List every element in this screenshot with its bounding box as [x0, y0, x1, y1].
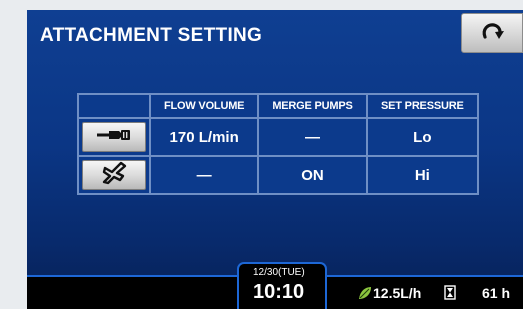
back-button[interactable]: [461, 13, 523, 53]
table-header-row: FLOW VOLUME MERGE PUMPS SET PRESSURE: [77, 93, 480, 119]
header-set-pressure: SET PRESSURE: [365, 93, 480, 119]
flow-volume-cell[interactable]: —: [148, 155, 260, 195]
hammer-attachment-button[interactable]: [82, 122, 146, 152]
header-corner: [77, 93, 151, 119]
crusher-attachment-button[interactable]: [82, 160, 146, 190]
table-row: — ON Hi: [77, 155, 480, 195]
header-merge-pumps: MERGE PUMPS: [257, 93, 368, 119]
return-arrow-icon: [479, 20, 505, 47]
set-pressure-cell[interactable]: Hi: [365, 155, 480, 195]
eco-leaf-icon: [358, 286, 372, 305]
set-pressure-cell[interactable]: Lo: [365, 117, 480, 157]
fuel-consumption: 12.5L/h: [373, 285, 422, 301]
flow-volume-cell[interactable]: 170 L/min: [148, 117, 260, 157]
row-icon-cell: [77, 117, 151, 157]
attachment-table: FLOW VOLUME MERGE PUMPS SET PRESSURE 170…: [77, 93, 480, 195]
page-title: ATTACHMENT SETTING: [40, 25, 263, 46]
hour-meter: 61 h: [482, 285, 511, 301]
merge-pumps-cell[interactable]: —: [257, 117, 368, 157]
row-icon-cell: [77, 155, 151, 195]
status-time: 10:10: [253, 281, 305, 303]
status-date: 12/30(TUE): [253, 267, 305, 278]
hourglass-icon: [444, 285, 456, 305]
table-row: 170 L/min — Lo: [77, 117, 480, 157]
hammer-attachment-icon: [97, 127, 131, 147]
attachment-setting-screen: ATTACHMENT SETTING FLOW VOLUME MERGE PUM…: [27, 10, 523, 309]
merge-pumps-cell[interactable]: ON: [257, 155, 368, 195]
header-flow-volume: FLOW VOLUME: [148, 93, 260, 119]
crusher-attachment-icon: [101, 161, 127, 189]
